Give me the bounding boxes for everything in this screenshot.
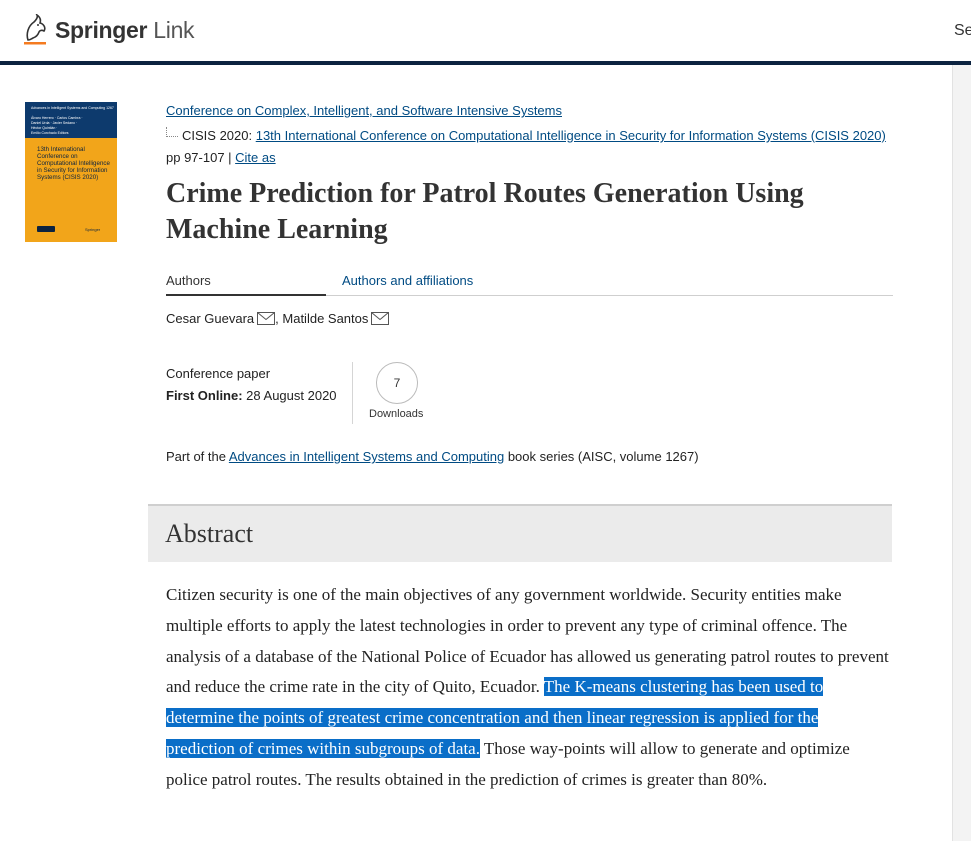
cover-title: 13th International Conference on Computa…	[37, 146, 110, 181]
search-link-cut[interactable]: Se	[954, 22, 971, 40]
meta-divider	[352, 362, 353, 424]
header-rule	[0, 61, 971, 65]
proceedings-prefix: CISIS 2020:	[182, 128, 256, 143]
tree-connector-icon	[166, 127, 178, 137]
author-name[interactable]: Cesar Guevara	[166, 311, 254, 326]
page-title: Crime Prediction for Patrol Routes Gener…	[166, 178, 804, 245]
book-series-link[interactable]: Advances in Intelligent Systems and Comp…	[229, 449, 504, 464]
springer-link-logo[interactable]: Springer Link	[22, 12, 195, 48]
first-online: First Online: 28 August 2020	[166, 388, 337, 403]
author-name[interactable]: Matilde Santos	[282, 311, 368, 326]
page-range: pp 97-107 |	[166, 150, 236, 165]
downloads-count: 7	[376, 362, 418, 404]
cover-series-line: Advances in Intelligent Systems and Comp…	[31, 106, 114, 110]
abstract-text: Citizen security is one of the main obje…	[166, 585, 889, 789]
abstract-heading: Abstract	[165, 519, 254, 548]
author-tabs: Authors Authors and affiliations	[166, 271, 893, 296]
proceedings-breadcrumb: CISIS 2020: 13th International Conferenc…	[166, 125, 886, 169]
conference-link[interactable]: Conference on Complex, Intelligent, and …	[166, 103, 562, 118]
tab-authors-affiliations[interactable]: Authors and affiliations	[342, 273, 473, 288]
proceedings-link[interactable]: 13th International Conference on Computa…	[256, 128, 886, 143]
email-icon[interactable]	[371, 312, 390, 325]
tab-authors[interactable]: Authors	[166, 273, 326, 296]
cite-as-link[interactable]: Cite as	[235, 150, 275, 165]
cover-publisher: Springer	[85, 227, 101, 232]
content-type: Conference paper	[166, 366, 271, 381]
downloads-label: Downloads	[369, 408, 424, 420]
cover-editor-line: Emilio Corchado Editors	[31, 131, 69, 135]
cover-editor-line: Álvaro Herrero · Carlos Cambra ·	[31, 116, 83, 120]
site-header: Springer Link Se	[0, 0, 971, 62]
publication-meta: Conference paper First Online: 28 August…	[166, 363, 337, 407]
abstract-section-header[interactable]: Abstract	[148, 504, 892, 562]
author-list: Cesar Guevara , Matilde Santos	[166, 311, 390, 326]
springer-horse-icon	[24, 14, 46, 45]
email-icon[interactable]	[257, 312, 276, 325]
right-sidebar-edge	[952, 65, 971, 841]
cover-badge	[37, 226, 55, 232]
logo-text: Springer Link	[55, 16, 195, 43]
cover-editor-line: Héctor Quintián ·	[31, 126, 58, 130]
cover-editor-line: Daniel Urda · Javier Sedano ·	[31, 121, 78, 125]
book-cover[interactable]: Advances in Intelligent Systems and Comp…	[25, 102, 117, 242]
book-series-line: Part of the Advances in Intelligent Syst…	[166, 449, 699, 464]
